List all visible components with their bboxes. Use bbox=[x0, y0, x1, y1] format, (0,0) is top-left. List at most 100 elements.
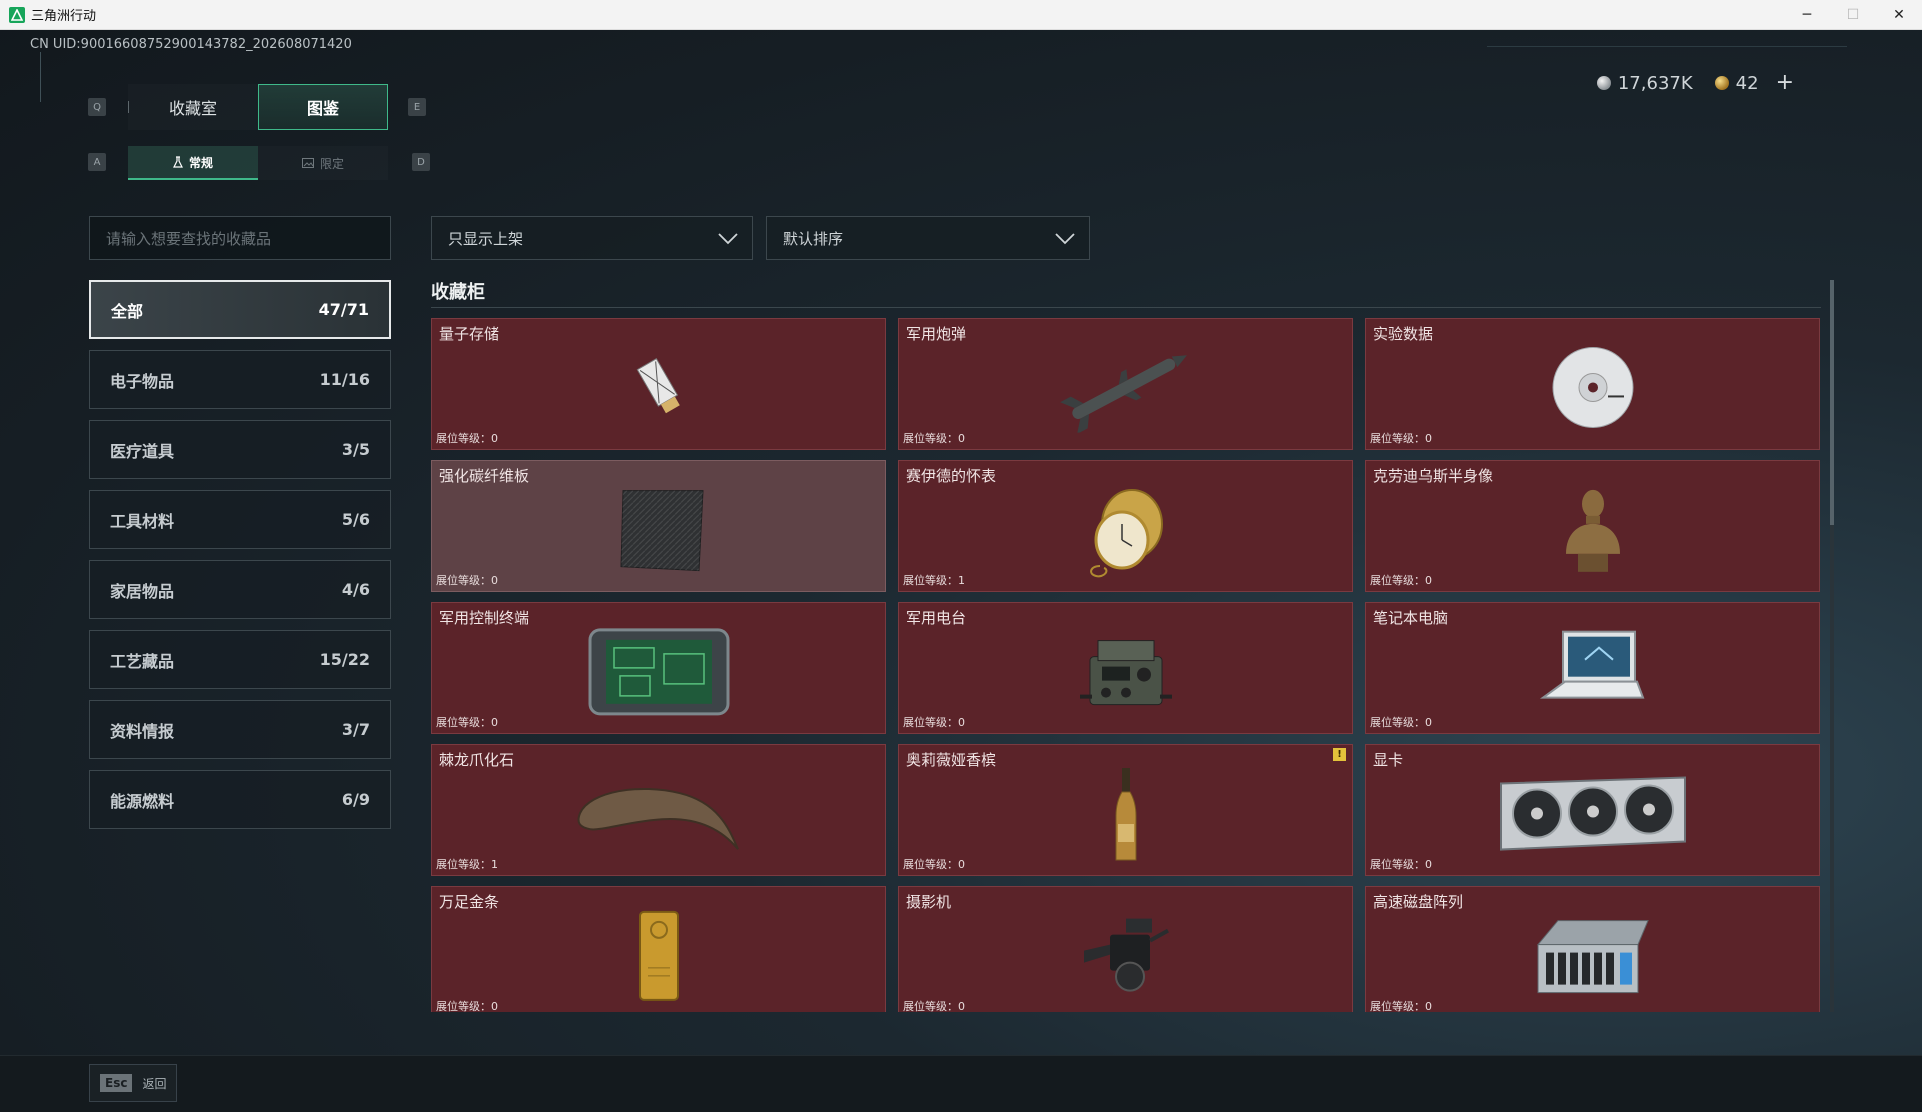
terminal-icon bbox=[588, 628, 729, 716]
item-card[interactable]: 克劳迪乌斯半身像 展位等级：0 bbox=[1365, 460, 1820, 592]
item-level: 展位等级：0 bbox=[903, 716, 965, 729]
category-household[interactable]: 家居物品 4/6 bbox=[89, 560, 391, 619]
category-count: 3/5 bbox=[341, 440, 370, 459]
pocket-watch-icon bbox=[1089, 489, 1163, 578]
category-count: 15/22 bbox=[319, 650, 370, 669]
sort-value: 默认排序 bbox=[783, 229, 844, 248]
key-hint-q: Q bbox=[88, 98, 106, 116]
sub-tabs: 常规 限定 bbox=[128, 146, 388, 180]
item-card[interactable]: 赛伊德的怀表 展位等级：1 bbox=[898, 460, 1353, 592]
window-titlebar: 三角洲行动 ─ ☐ ✕ bbox=[0, 0, 1922, 30]
item-card[interactable]: 显卡 展位等级：0 bbox=[1365, 744, 1820, 876]
item-name: 奥莉薇娅香槟 bbox=[906, 751, 997, 769]
item-name: 军用控制终端 bbox=[439, 609, 530, 627]
key-hint-d: D bbox=[412, 153, 430, 171]
item-card[interactable]: 实验数据 展位等级：0 bbox=[1365, 318, 1820, 450]
top-decoration bbox=[1487, 46, 1847, 47]
category-all[interactable]: 全部 47/71 bbox=[89, 280, 391, 339]
item-level: 展位等级：0 bbox=[436, 574, 498, 587]
key-hint-e: E bbox=[408, 98, 426, 116]
subtab-limited[interactable]: 限定 bbox=[258, 146, 388, 180]
filter-value: 只显示上架 bbox=[448, 229, 524, 248]
tab-separator bbox=[128, 101, 129, 113]
item-name: 军用炮弹 bbox=[906, 325, 967, 343]
silver-amount: 17,637K bbox=[1617, 72, 1693, 94]
new-badge: ! bbox=[1333, 748, 1346, 761]
item-card[interactable]: 棘龙爪化石 展位等级：1 bbox=[431, 744, 886, 876]
gold-bar-icon bbox=[638, 910, 679, 1001]
main-tabs: 收藏室 图鉴 bbox=[128, 84, 388, 130]
grid-scrollbar[interactable] bbox=[1830, 280, 1834, 1012]
missile-icon bbox=[1059, 355, 1187, 433]
laptop-icon bbox=[1539, 630, 1644, 699]
uid-label: CN UID:9001660875290014378​2_20260807142… bbox=[30, 37, 352, 52]
item-card[interactable]: 量子存储 展位等级：0 bbox=[431, 318, 886, 450]
section-divider bbox=[431, 307, 1821, 308]
item-card[interactable]: 强化碳纤维板 展位等级：0 bbox=[431, 460, 886, 592]
category-energy[interactable]: 能源燃料 6/9 bbox=[89, 770, 391, 829]
category-count: 6/9 bbox=[341, 790, 370, 809]
silver-coin-icon bbox=[1596, 76, 1611, 90]
champagne-icon bbox=[1115, 768, 1136, 861]
tab-collection-room[interactable]: 收藏室 bbox=[128, 84, 258, 130]
category-intel[interactable]: 资料情报 3/7 bbox=[89, 700, 391, 759]
silver-currency: 17,637K bbox=[1596, 72, 1693, 94]
disc-icon bbox=[1552, 346, 1633, 428]
back-label: 返回 bbox=[142, 1076, 167, 1091]
item-name: 军用电台 bbox=[906, 609, 967, 627]
tab-catalog[interactable]: 图鉴 bbox=[258, 84, 388, 130]
item-card[interactable]: 军用炮弹 展位等级：0 bbox=[898, 318, 1353, 450]
window-title: 三角洲行动 bbox=[31, 9, 97, 24]
filter-dropdown[interactable]: 只显示上架 bbox=[431, 216, 753, 260]
sort-dropdown[interactable]: 默认排序 bbox=[766, 216, 1090, 260]
item-card[interactable]: 高速磁盘阵列 展位等级：0 bbox=[1365, 886, 1820, 1012]
category-medical[interactable]: 医疗道具 3/5 bbox=[89, 420, 391, 479]
subtab-limited-label: 限定 bbox=[319, 156, 344, 171]
item-card[interactable]: 奥莉薇娅香槟 ! 展位等级：0 bbox=[898, 744, 1353, 876]
category-count: 47/71 bbox=[318, 300, 369, 319]
flask-icon bbox=[173, 156, 183, 168]
search-input[interactable]: 请输入想要查找的收藏品 bbox=[89, 216, 391, 260]
item-name: 量子存储 bbox=[439, 325, 500, 343]
item-card[interactable]: 摄影机 展位等级：0 bbox=[898, 886, 1353, 1012]
category-label: 全部 bbox=[111, 301, 144, 321]
item-level: 展位等级：0 bbox=[1370, 574, 1432, 587]
currency-bar: 17,637K 42 + bbox=[1596, 72, 1794, 94]
category-count: 5/6 bbox=[341, 510, 370, 529]
item-level: 展位等级：1 bbox=[903, 574, 965, 587]
scroll-thumb[interactable] bbox=[1830, 280, 1834, 525]
usb-drive-icon bbox=[636, 358, 680, 414]
chevron-down-icon bbox=[1055, 233, 1075, 245]
item-card[interactable]: 军用控制终端 展位等级：0 bbox=[431, 602, 886, 734]
gpu-icon bbox=[1499, 776, 1686, 851]
item-level: 展位等级：0 bbox=[1370, 716, 1432, 729]
side-decoration bbox=[40, 52, 54, 102]
chevron-down-icon bbox=[718, 233, 738, 245]
collection-grid: 量子存储 展位等级：0 军用炮弹 展位等级：0 实验数据 展位等级：0 强化碳纤… bbox=[431, 318, 1821, 1012]
category-count: 11/16 bbox=[319, 370, 370, 389]
item-card[interactable]: 笔记本电脑 展位等级：0 bbox=[1365, 602, 1820, 734]
radio-icon bbox=[1079, 640, 1172, 706]
maximize-button[interactable]: ☐ bbox=[1830, 0, 1876, 30]
gold-coin-icon bbox=[1714, 76, 1729, 90]
category-count: 3/7 bbox=[341, 720, 370, 739]
category-label: 能源燃料 bbox=[110, 791, 175, 811]
item-card[interactable]: 军用电台 展位等级：0 bbox=[898, 602, 1353, 734]
category-tools[interactable]: 工具材料 5/6 bbox=[89, 490, 391, 549]
item-name: 摄影机 bbox=[906, 893, 952, 911]
item-card[interactable]: 万足金条 展位等级：0 bbox=[431, 886, 886, 1012]
subtab-regular[interactable]: 常规 bbox=[128, 146, 258, 180]
item-level: 展位等级：0 bbox=[436, 1000, 498, 1012]
add-currency-button[interactable]: + bbox=[1776, 72, 1794, 94]
category-electronics[interactable]: 电子物品 11/16 bbox=[89, 350, 391, 409]
minimize-button[interactable]: ─ bbox=[1784, 0, 1830, 30]
app-logo-icon bbox=[9, 6, 25, 23]
category-crafts[interactable]: 工艺藏品 15/22 bbox=[89, 630, 391, 689]
item-name: 万足金条 bbox=[439, 893, 500, 911]
category-label: 家居物品 bbox=[110, 581, 175, 601]
claw-fossil-icon bbox=[576, 787, 739, 850]
close-button[interactable]: ✕ bbox=[1876, 0, 1922, 30]
gold-currency: 42 + bbox=[1714, 72, 1794, 94]
item-name: 笔记本电脑 bbox=[1373, 609, 1449, 627]
back-button[interactable]: Esc 返回 bbox=[89, 1064, 178, 1102]
